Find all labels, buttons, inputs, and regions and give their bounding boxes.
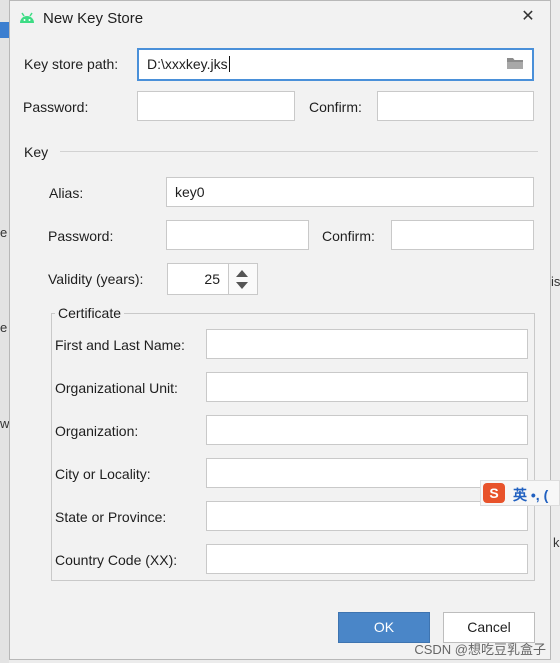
dialog-title: New Key Store [43, 10, 144, 27]
alias-input[interactable]: key0 [166, 177, 534, 207]
key-password-input[interactable] [166, 220, 309, 250]
keystore-path-input[interactable]: D:\xxxkey.jks [137, 48, 534, 81]
watermark: CSDN @想吃豆乳盒子 [414, 642, 546, 657]
cert-organization-label: Organization: [55, 423, 139, 439]
key-section-divider [60, 151, 538, 152]
background-text: e [0, 225, 8, 240]
ime-toolbar[interactable]: S 英 •, ( [480, 480, 560, 506]
key-confirm-label: Confirm: [322, 228, 375, 244]
chevron-down-icon[interactable] [236, 282, 248, 289]
title-bar: New Key Store ✕ [10, 1, 550, 35]
sogou-icon[interactable]: S [483, 483, 505, 503]
keystore-path-value: D:\xxxkey.jks [147, 56, 230, 72]
cert-org-unit-label: Organizational Unit: [55, 380, 178, 396]
ime-mode-text[interactable]: 英 •, ( [513, 485, 548, 505]
cert-org-unit-input[interactable] [206, 372, 528, 402]
keystore-confirm-input[interactable] [377, 91, 534, 121]
close-icon[interactable]: ✕ [518, 7, 538, 27]
key-password-label: Password: [48, 228, 114, 244]
background-text: k [553, 535, 560, 550]
folder-icon[interactable] [506, 56, 524, 70]
certificate-title: Certificate [55, 305, 125, 321]
new-key-store-dialog: New Key Store ✕ Key store path: D:\xxxke… [9, 0, 551, 660]
cert-name-label: First and Last Name: [55, 337, 185, 353]
key-confirm-input[interactable] [391, 220, 534, 250]
validity-spinner[interactable]: 25 [167, 263, 258, 295]
background-text: e [0, 320, 8, 335]
background-text: is [551, 274, 560, 289]
cert-city-label: City or Locality: [55, 466, 151, 482]
validity-label: Validity (years): [48, 271, 144, 287]
alias-label: Alias: [49, 185, 84, 201]
cert-country-label: Country Code (XX): [55, 552, 178, 568]
android-icon [20, 12, 34, 23]
background-tab [0, 22, 9, 38]
alias-value: key0 [175, 184, 205, 200]
keystore-confirm-label: Confirm: [309, 99, 362, 115]
cert-name-input[interactable] [206, 329, 528, 359]
chevron-up-icon[interactable] [236, 270, 248, 277]
keystore-password-label: Password: [23, 99, 89, 115]
validity-value[interactable]: 25 [167, 263, 229, 295]
keystore-path-label: Key store path: [24, 56, 119, 72]
background-text: w [0, 416, 10, 431]
validity-stepper[interactable] [229, 263, 258, 295]
cert-country-input[interactable] [206, 544, 528, 574]
key-section-label: Key [24, 144, 49, 160]
cert-state-label: State or Province: [55, 509, 167, 525]
cert-organization-input[interactable] [206, 415, 528, 445]
keystore-password-input[interactable] [137, 91, 295, 121]
